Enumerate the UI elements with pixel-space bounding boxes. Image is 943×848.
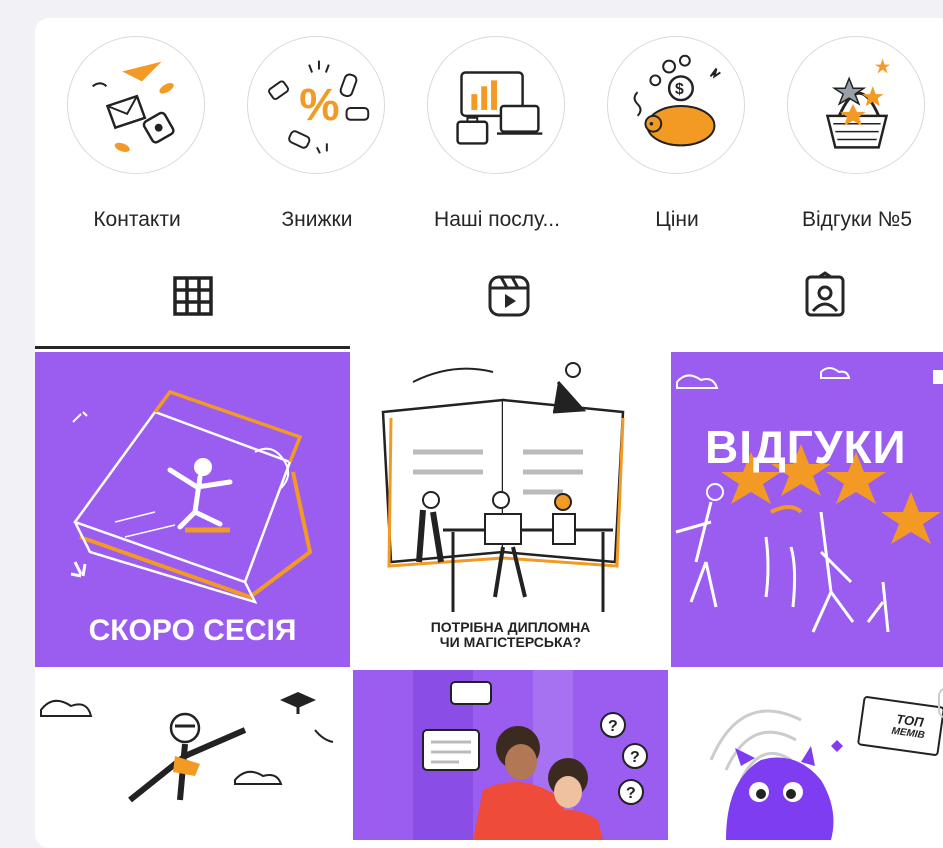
post-caption: ВІДГУКИ <box>705 421 907 473</box>
active-tab-indicator <box>35 346 350 349</box>
highlight-label: Контакти <box>93 208 181 231</box>
post-illustration-questions: ? ? ? <box>413 670 648 840</box>
post-tile[interactable] <box>35 670 350 840</box>
profile-card: Контакти % Знижки Наші послу... $ Ціни В… <box>35 18 943 848</box>
highlight-label: Відгуки №5 <box>801 208 913 231</box>
highlight-label: Знижки <box>281 208 353 231</box>
contacts-icon <box>92 61 175 152</box>
svg-text:?: ? <box>630 749 640 766</box>
post-tile[interactable]: ВІДГУКИ <box>671 352 943 667</box>
tab-reels[interactable] <box>479 266 539 326</box>
post-caption: ПОТРІБНА ДИПЛОМНА ЧИ МАГІСТЕРСЬКА? <box>353 620 668 650</box>
highlight-label: Наші послу... <box>434 208 560 231</box>
review-basket-icon <box>825 58 891 149</box>
tagged-user-icon <box>805 271 845 317</box>
post-tile[interactable]: СКОРО СЕСІЯ <box>35 352 350 667</box>
highlight-label: Ціни <box>655 208 699 231</box>
tab-posts[interactable] <box>163 266 223 326</box>
post-caption-line: ЧИ МАГІСТЕРСЬКА? <box>439 634 582 650</box>
post-tile[interactable]: ? ? ? <box>353 670 668 840</box>
svg-text:?: ? <box>626 785 636 802</box>
post-illustration-memes <box>709 687 943 840</box>
highlight-cover[interactable] <box>787 36 925 174</box>
grid-icon <box>173 276 213 316</box>
svg-text:?: ? <box>608 718 618 735</box>
tab-tagged[interactable] <box>795 266 855 326</box>
svg-text:%: % <box>299 79 339 130</box>
highlight-cover[interactable]: $ <box>607 36 745 174</box>
story-highlights: Контакти % Знижки Наші послу... $ Ціни В… <box>35 36 943 246</box>
post-tile[interactable]: ТОП МЕМІВ <box>671 670 943 840</box>
post-tile[interactable]: ПОТРІБНА ДИПЛОМНА ЧИ МАГІСТЕРСЬКА? <box>353 352 668 667</box>
reels-icon <box>488 275 530 317</box>
highlight-cover[interactable] <box>67 36 205 174</box>
discount-icon: % <box>268 60 370 154</box>
highlight-cover[interactable]: % <box>247 36 385 174</box>
post-illustration-graduate <box>40 692 334 803</box>
post-caption-line: ПОТРІБНА ДИПЛОМНА <box>430 619 591 635</box>
svg-text:$: $ <box>675 81 684 98</box>
post-caption: СКОРО СЕСІЯ <box>88 614 297 647</box>
post-illustration-reviews <box>675 367 943 633</box>
highlight-cover[interactable] <box>427 36 565 174</box>
piggy-bank-icon: $ <box>633 54 721 147</box>
services-icon <box>456 71 543 145</box>
profile-tabs <box>35 266 943 350</box>
